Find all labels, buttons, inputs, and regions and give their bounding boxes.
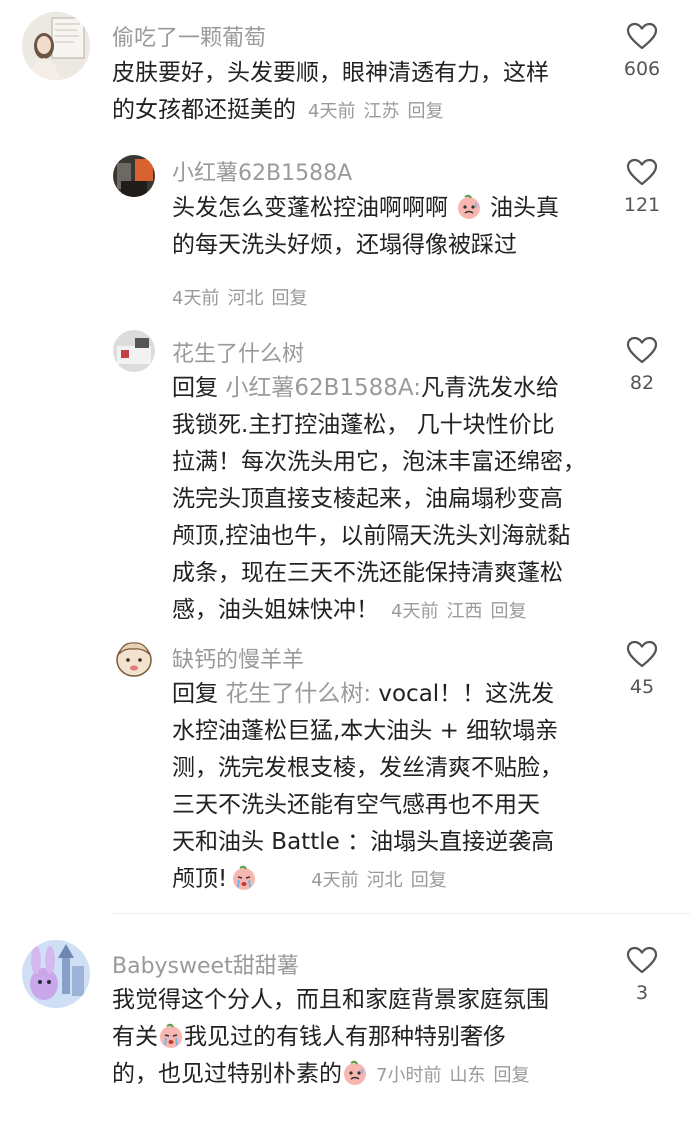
comment-line: 的女孩都还挺美的 [112, 97, 296, 123]
like-count: 45 [629, 676, 655, 698]
heart-outline-icon [626, 946, 658, 974]
comment-line: 三天不洗头还能有空气感再也不用天 [172, 792, 540, 818]
comment-text: 头发怎么变蓬松控油啊啊啊 油头真 的每天洗头好烦，还塌得像被踩过 [172, 190, 612, 264]
comment-text: 我觉得这个分人，而且和家庭背景家庭氛围 有关 我见过的有钱人有那种特别奢侈 的，也… [112, 982, 617, 1094]
like-count: 606 [623, 58, 661, 80]
comment-line: 颅顶,控油也牛，以前隔天洗头刘海就黏 [172, 523, 571, 549]
sweat-emoji-icon [344, 1060, 366, 1085]
avatar[interactable] [22, 940, 90, 1008]
comment-line: 我觉得这个分人，而且和家庭背景家庭氛围 [112, 987, 549, 1013]
reply-target-username[interactable]: 花生了什么树: [225, 681, 371, 707]
avatar[interactable] [113, 638, 155, 680]
sweat-emoji-icon [458, 194, 480, 219]
comment-line: 有关 [112, 1024, 158, 1050]
divider [112, 913, 690, 914]
comment-location: 河北 [227, 288, 264, 309]
comment-line: 拉满！每次洗头用它，泡沫丰富还绵密， [172, 449, 586, 475]
like-button[interactable]: 121 [612, 158, 672, 216]
reply-button[interactable]: 回复 [411, 870, 447, 891]
comment-line: 头发怎么变蓬松控油啊啊啊 [172, 195, 448, 221]
comment-line: 凡青洗发水给 [420, 375, 559, 401]
like-button[interactable]: 606 [612, 22, 672, 80]
comment-text: 回复 小红薯62B1588A:凡青洗发水给 我锁死.主打控油蓬松， 几十块性价比… [172, 370, 617, 630]
crying-emoji-icon [233, 865, 256, 890]
comment-line: 油头真 [490, 195, 559, 221]
comment-time: 4天前 [172, 288, 220, 309]
comment-line: 测，洗完发根支棱，发丝清爽不贴脸， [172, 755, 563, 781]
comment-location: 山东 [449, 1065, 486, 1086]
heart-outline-icon [626, 22, 658, 50]
comment-text: 皮肤要好，头发要顺，眼神清透有力，这样 的女孩都还挺美的 4天前 江苏 回复 [112, 55, 612, 130]
comment-line: vocal！！这洗发 [371, 681, 555, 707]
comment-line: 感，油头姐妹快冲！ [172, 597, 379, 623]
comment-username[interactable]: 小红薯62B1588A [172, 155, 352, 187]
like-button[interactable]: 82 [612, 336, 672, 394]
comment-line: 我锁死.主打控油蓬松， 几十块性价比 [172, 412, 555, 438]
comment-meta: 4天前 河北 回复 [172, 284, 315, 310]
like-button[interactable]: 3 [612, 946, 672, 1004]
comment-line: 洗完头顶直接支棱起来，油扁塌秒变高 [172, 486, 563, 512]
reply-button[interactable]: 回复 [490, 601, 526, 622]
comment-line: 颅顶! [172, 866, 228, 892]
comment-line: 成条，现在三天不洗还能保持清爽蓬松 [172, 560, 563, 586]
comment-username[interactable]: 花生了什么树 [172, 336, 304, 368]
comment-time: 4天前 [308, 101, 356, 122]
comment-line: 天和油头 Battle ：油塌头直接逆袭高 [172, 829, 555, 855]
like-count: 3 [635, 982, 649, 1004]
comment-username[interactable]: Babysweet甜甜薯 [112, 948, 299, 980]
comment-meta: 7小时前 山东 回复 [376, 1065, 537, 1086]
like-button[interactable]: 45 [612, 640, 672, 698]
avatar[interactable] [113, 155, 155, 197]
comment-line: 的，也见过特别朴素的 [112, 1061, 342, 1087]
comment-meta: 4天前 江西 回复 [391, 601, 534, 622]
crying-emoji-icon [160, 1023, 182, 1048]
comment-line: 我见过的有钱人有那种特别奢侈 [184, 1024, 506, 1050]
comment-location: 江苏 [363, 101, 400, 122]
reply-button[interactable]: 回复 [407, 101, 443, 122]
reply-prefix: 回复 [172, 375, 218, 401]
like-count: 82 [629, 372, 655, 394]
comment-username[interactable]: 偷吃了一颗葡萄 [112, 20, 266, 52]
comment-time: 7小时前 [376, 1065, 442, 1086]
avatar[interactable] [113, 330, 155, 372]
comment-time: 4天前 [311, 870, 359, 891]
comment-line: 水控油蓬松巨猛,本大油头 + 细软塌亲 [172, 718, 559, 744]
comment-username[interactable]: 缺钙的慢羊羊 [172, 642, 304, 674]
heart-outline-icon [626, 640, 658, 668]
comment-meta: 4天前 河北 回复 [311, 870, 454, 891]
comment-time: 4天前 [391, 601, 439, 622]
comment-text: 回复 花生了什么树: vocal！！这洗发 水控油蓬松巨猛,本大油头 + 细软塌… [172, 676, 617, 899]
avatar[interactable] [22, 12, 90, 80]
reply-button[interactable]: 回复 [493, 1065, 529, 1086]
like-count: 121 [623, 194, 661, 216]
comment-location: 江西 [446, 601, 483, 622]
comment-location: 河北 [366, 870, 403, 891]
comment-meta: 4天前 江苏 回复 [308, 101, 451, 122]
comment-line: 的每天洗头好烦，还塌得像被踩过 [172, 232, 517, 258]
reply-button[interactable]: 回复 [271, 288, 307, 309]
reply-target-username[interactable]: 小红薯62B1588A: [225, 375, 421, 401]
comment-line: 皮肤要好，头发要顺，眼神清透有力，这样 [112, 60, 549, 86]
heart-outline-icon [626, 336, 658, 364]
heart-outline-icon [626, 158, 658, 186]
reply-prefix: 回复 [172, 681, 218, 707]
